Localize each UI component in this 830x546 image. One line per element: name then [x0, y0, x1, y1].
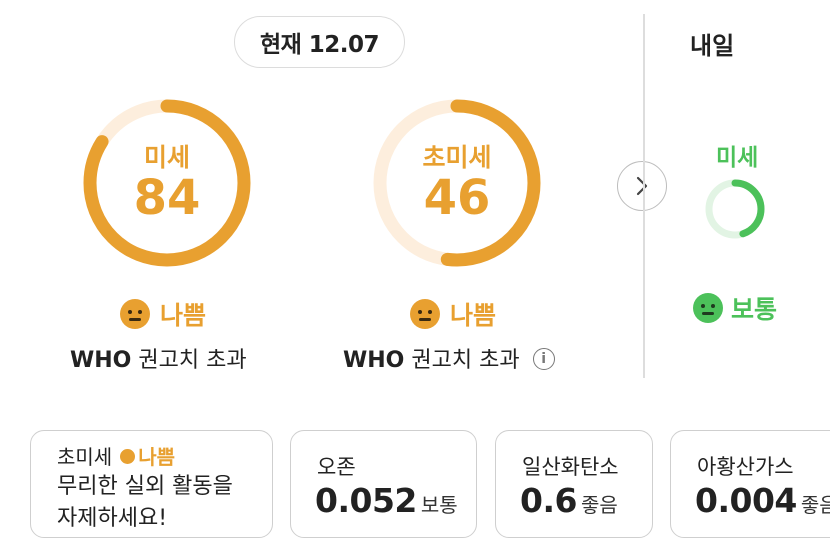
neutral-face-icon: [410, 299, 440, 329]
pm25-who-label: WHO: [343, 348, 405, 373]
ozone-card[interactable]: 오존 0.052 보통: [290, 430, 477, 538]
pm25-label: 초미세: [422, 143, 492, 172]
advice-header: 초미세 나쁨: [57, 441, 175, 470]
pm25-who-note: WHO 권고치 초과 i: [343, 342, 555, 374]
so2-card[interactable]: 아황산가스 0.004 좋음: [670, 430, 830, 538]
pm10-who-note: WHO 권고치 초과: [70, 342, 247, 374]
co-card[interactable]: 일산화탄소 0.6 좋음: [495, 430, 653, 538]
advice-line-1: 무리한 실외 활동을: [57, 474, 233, 499]
grade-dot-icon: [120, 449, 136, 464]
current-date-label: 현재 12.07: [259, 32, 380, 58]
advice-line-2: 자제하세요!: [57, 506, 168, 531]
neutral-face-icon: [693, 293, 723, 323]
pm10-note: 권고치 초과: [138, 348, 247, 373]
advice-message: 무리한 실외 활동을 자제하세요!: [57, 471, 233, 535]
pm10-gauge: 미세 84: [82, 98, 252, 268]
pm25-grade: 나쁨: [450, 301, 497, 330]
pm10-who-label: WHO: [70, 348, 132, 373]
tomorrow-pm10-ring: [705, 179, 765, 239]
advice-card[interactable]: 초미세 나쁨 무리한 실외 활동을 자제하세요!: [30, 430, 273, 538]
pm25-gauge: 초미세 46: [372, 98, 542, 268]
pm25-value: 46: [423, 170, 491, 226]
pm10-grade: 나쁨: [160, 301, 207, 330]
pm10-status: 나쁨: [120, 296, 206, 332]
info-icon[interactable]: i: [532, 348, 555, 370]
ozone-reading: 0.052 보통: [315, 481, 458, 520]
so2-reading: 0.004 좋음: [695, 481, 830, 520]
chevron-right-icon: [636, 176, 648, 196]
co-value: 0.6: [520, 481, 577, 520]
section-divider: [643, 14, 645, 378]
so2-grade: 좋음: [800, 493, 830, 517]
tomorrow-pm10-grade: 보통: [731, 295, 778, 324]
tomorrow-pm10-label: 미세: [716, 145, 759, 171]
ozone-title: 오존: [317, 455, 356, 479]
tomorrow-pm10-status: 보통: [693, 290, 777, 326]
so2-value: 0.004: [695, 481, 797, 520]
next-day-button[interactable]: [617, 161, 667, 211]
co-reading: 0.6 좋음: [520, 481, 618, 520]
pm25-status: 나쁨: [410, 296, 496, 332]
tomorrow-title: 내일: [690, 32, 735, 60]
pm10-label: 미세: [143, 143, 190, 172]
co-title: 일산화탄소: [522, 455, 619, 479]
current-date-pill: 현재 12.07: [234, 16, 405, 68]
tomorrow-pm10-gauge: [703, 177, 767, 241]
neutral-face-icon: [120, 299, 150, 329]
pm25-note: 권고치 초과: [411, 348, 520, 373]
co-grade: 좋음: [580, 493, 618, 517]
pm10-value: 84: [133, 170, 201, 226]
advice-grade: 나쁨: [138, 445, 176, 469]
advice-target: 초미세: [57, 445, 113, 469]
ozone-grade: 보통: [420, 493, 458, 517]
so2-title: 아황산가스: [697, 455, 794, 479]
ozone-value: 0.052: [315, 481, 417, 520]
